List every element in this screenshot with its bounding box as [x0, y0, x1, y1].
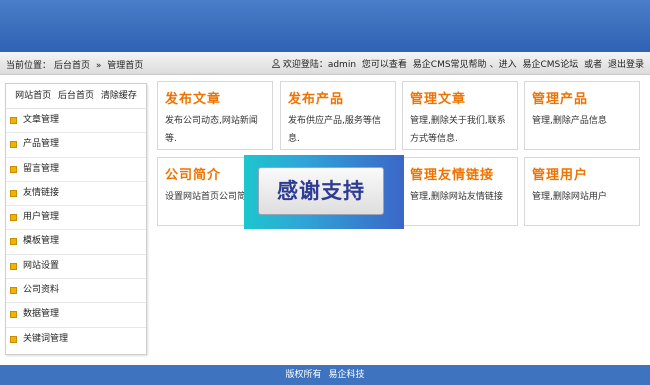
card-title[interactable]: 管理产品 [532, 88, 639, 107]
sidebar-item-label: 文章管理 [23, 115, 60, 125]
sidebar-item-data[interactable]: 数据管理 [6, 303, 146, 328]
bullet-icon [10, 335, 17, 343]
card-manage-users[interactable]: 管理用户 管理,删除网站用户 [524, 157, 640, 226]
footer: 版权所有 易企科技 [0, 365, 650, 385]
enter-text: 、进入 [489, 60, 517, 70]
thanks-popup: 感谢支持 [244, 155, 404, 229]
user-icon [271, 59, 280, 68]
admin-home-link[interactable]: 后台首页 [58, 91, 94, 101]
card-publish-article[interactable]: 发布文章 发布公司动态,网站新闻等. [157, 81, 273, 150]
sidebar-item-label: 用户管理 [23, 212, 60, 223]
card-manage-links[interactable]: 管理友情链接 管理,删除网站友情链接 [402, 157, 518, 226]
help-link[interactable]: 易企CMS常见帮助 [413, 60, 487, 70]
card-desc: 发布公司动态,网站新闻等. [165, 116, 258, 144]
sidebar-item-label: 留言管理 [23, 163, 60, 174]
bullet-icon [10, 238, 17, 246]
bullet-icon [10, 117, 17, 124]
top-links: 欢迎登陆：admin 您可以查看 易企CMS常见帮助 、进入 易企CMS论坛 或者… [271, 57, 644, 70]
sidebar-item-label: 模板管理 [23, 236, 60, 247]
sidebar-item-keywords[interactable]: 关键词管理 [6, 328, 146, 351]
card-title[interactable]: 管理友情链接 [410, 164, 517, 183]
breadcrumb-separator: » [95, 61, 102, 71]
card-desc: 管理,删除网站友情链接 [410, 192, 503, 202]
sidebar-top-links: 网站首页 后台首页 清除缓存 [6, 84, 146, 109]
sidebar-item-settings[interactable]: 网站设置 [6, 255, 146, 280]
footer-copyright: 版权所有 [285, 370, 322, 380]
bullet-icon [10, 214, 17, 222]
bullet-icon [10, 262, 17, 270]
clear-cache-link[interactable]: 清除缓存 [101, 91, 137, 101]
sidebar-item-messages[interactable]: 留言管理 [6, 158, 146, 182]
card-publish-product[interactable]: 发布产品 发布供应产品,服务等信息. [280, 81, 396, 150]
footer-company: 易企科技 [328, 370, 365, 380]
sidebar: 网站首页 后台首页 清除缓存 文章管理 产品管理 留言管理 友情链接 用户管理 … [5, 83, 147, 355]
bullet-icon [10, 189, 17, 197]
sidebar-item-templates[interactable]: 模板管理 [6, 230, 146, 255]
sidebar-item-users[interactable]: 用户管理 [6, 206, 146, 231]
breadcrumb-bar: 当前位置： 后台首页 » 管理首页 欢迎登陆：admin 您可以查看 易企CMS常… [0, 52, 650, 75]
bullet-icon [10, 165, 17, 173]
card-desc: 管理,删除网站用户 [532, 192, 607, 202]
help-text: 您可以查看 [361, 60, 407, 70]
card-desc: 发布供应产品,服务等信息. [288, 116, 381, 144]
bullet-icon [10, 141, 17, 149]
sidebar-item-label: 网站设置 [23, 260, 60, 271]
bullet-icon [10, 287, 17, 295]
sidebar-item-articles[interactable]: 文章管理 [6, 109, 146, 134]
forum-link[interactable]: 易企CMS论坛 [522, 60, 578, 70]
sidebar-item-company[interactable]: 公司资料 [6, 279, 146, 304]
sidebar-item-links[interactable]: 友情链接 [6, 182, 146, 207]
card-title[interactable]: 管理文章 [410, 88, 517, 107]
sidebar-item-label: 关键词管理 [23, 333, 69, 344]
breadcrumb-home-link[interactable]: 后台首页 [54, 61, 90, 71]
top-banner [0, 0, 650, 52]
card-manage-article[interactable]: 管理文章 管理,删除关于我们,联系方式等信息. [402, 81, 518, 150]
bullet-icon [10, 311, 17, 319]
breadcrumb: 当前位置： 后台首页 » 管理首页 [6, 58, 146, 71]
card-title[interactable]: 发布文章 [165, 88, 272, 107]
card-title[interactable]: 管理用户 [532, 164, 639, 183]
card-desc: 管理,删除产品信息 [532, 116, 607, 126]
or-text: 或者 [584, 60, 603, 70]
card-manage-product[interactable]: 管理产品 管理,删除产品信息 [524, 81, 640, 150]
breadcrumb-label: 当前位置： [6, 61, 52, 71]
welcome-text: 欢迎登陆：admin [282, 60, 357, 70]
sidebar-item-label: 产品管理 [23, 139, 60, 150]
thanks-text: 感谢支持 [258, 167, 384, 215]
breadcrumb-current: 管理首页 [107, 61, 144, 71]
sidebar-item-label: 数据管理 [23, 309, 60, 320]
sidebar-item-products[interactable]: 产品管理 [6, 133, 146, 158]
card-desc: 管理,删除关于我们,联系方式等信息. [410, 116, 506, 144]
sidebar-item-label: 公司资料 [23, 285, 60, 296]
logout-link[interactable]: 退出登录 [608, 60, 644, 70]
card-title[interactable]: 发布产品 [288, 88, 395, 107]
site-home-link[interactable]: 网站首页 [15, 91, 51, 101]
sidebar-item-label: 友情链接 [23, 187, 60, 198]
